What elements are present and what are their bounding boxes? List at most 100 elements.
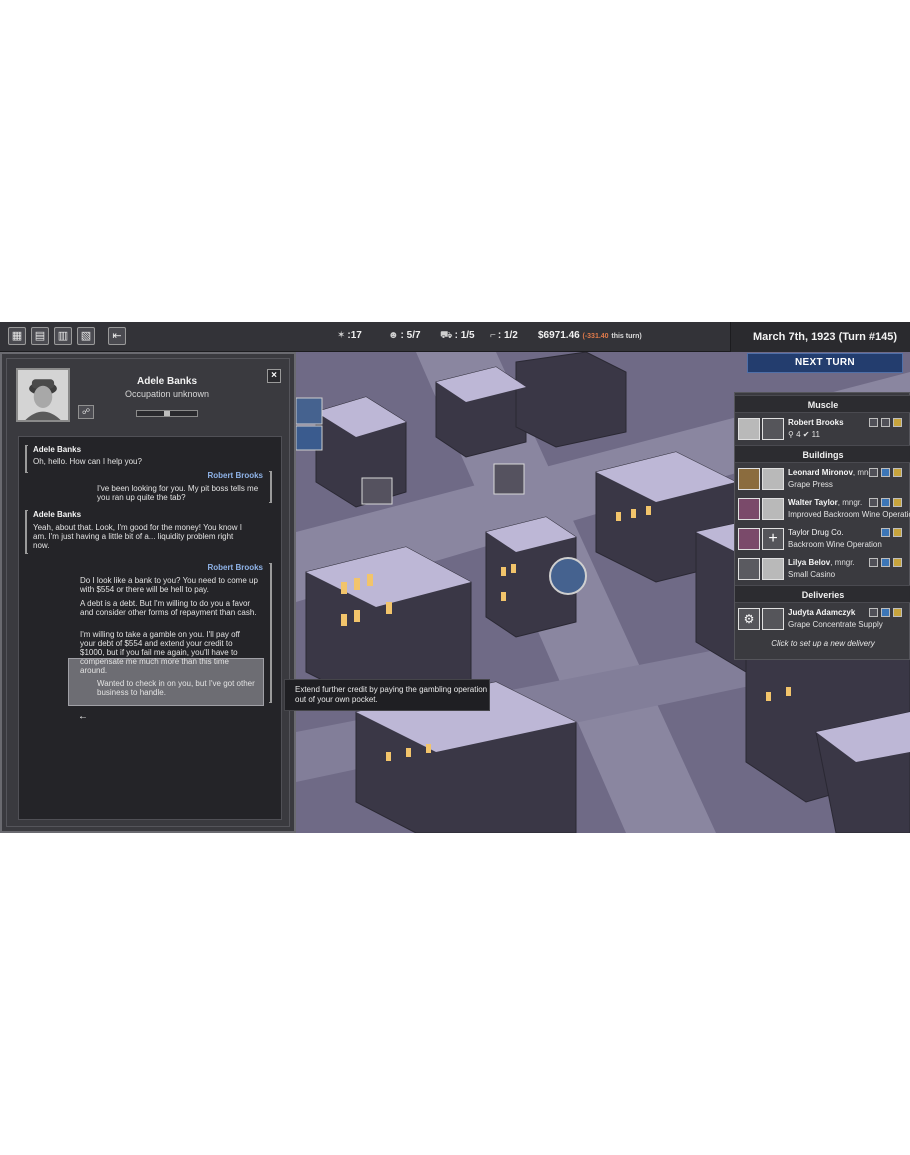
building-type: Backroom Wine Operation [788, 540, 882, 549]
section-header-deliveries: Deliveries [735, 585, 910, 603]
casino-icon [738, 558, 760, 580]
building-slot-icon[interactable] [893, 558, 902, 567]
top-bar: ▦ ▤ ▥ ▧ ⇤ ✶:17 ☻: 5/7 ⛟: 1/5 ⌐: 1/2 $697… [0, 322, 910, 352]
gear-icon: ⚙ [738, 608, 760, 630]
truck-icon: ⛟ [440, 330, 453, 341]
building-type: Small Casino [788, 570, 836, 579]
building-slot-icon[interactable] [893, 468, 902, 477]
muscle-name: Robert Brooks [788, 418, 844, 427]
map-icon: ▦ [11, 330, 23, 342]
building-slot-icon[interactable] [869, 558, 878, 567]
speech-bracket [25, 445, 28, 473]
building-type: Improved Backroom Wine Operation [788, 510, 910, 519]
building-slot-icon[interactable] [881, 468, 890, 477]
message-speaker: Adele Banks [33, 510, 82, 519]
message-text: I've been looking for you. My pit boss t… [97, 484, 259, 502]
conversation-log: Adele Banks Oh, hello. How can I help yo… [18, 436, 282, 820]
map-toggle-button[interactable]: ▦ [8, 327, 26, 345]
grape-press-icon [738, 468, 760, 490]
avatar [762, 468, 784, 490]
people-card-icon: ▤ [34, 330, 46, 342]
building-type: Grape Press [788, 480, 833, 489]
stat-muscle: ✶:17 [337, 330, 362, 341]
delivery-slot-icon[interactable] [869, 608, 878, 617]
weapon-slot-icon[interactable] [881, 418, 890, 427]
building-row[interactable]: Walter Taylor, mngr. Improved Backroom W… [735, 495, 910, 523]
relationship-marker [164, 411, 170, 416]
stat-money: $6971.46 (-331.40 this turn) [538, 330, 642, 341]
stat-trucks: ⛟: 1/5 [440, 330, 475, 341]
speech-bracket [25, 510, 28, 554]
building-slot-icon[interactable] [893, 498, 902, 507]
dialogue-option-extend-credit[interactable]: I'm willing to take a gamble on you. I'l… [80, 630, 255, 675]
back-arrow-icon[interactable]: ← [78, 711, 88, 722]
dialogue-option-favor[interactable]: A debt is a debt. But I'm willing to do … [80, 599, 260, 617]
muscle-icon: ✶ [337, 330, 346, 341]
building-row[interactable]: Leonard Mironov, mngr. Grape Press [735, 465, 910, 493]
message-text: Oh, hello. How can I help you? [33, 457, 142, 466]
exit-button[interactable]: ⇤ [108, 327, 126, 345]
section-header-buildings: Buildings [735, 445, 910, 463]
character-portrait [16, 368, 70, 422]
character-name: Adele Banks [136, 376, 198, 387]
message-text: Yeah, about that. Look, I'm good for the… [33, 523, 242, 550]
delivery-row[interactable]: ⚙ Judyta Adamczyk Grape Concentrate Supp… [735, 605, 910, 633]
people-icon: ☻ [388, 330, 399, 341]
truck-icon [762, 608, 784, 630]
delivery-type: Grape Concentrate Supply [788, 620, 883, 629]
building-row[interactable]: + Taylor Drug Co. Backroom Wine Operatio… [735, 525, 910, 553]
dialogue-panel: Adele Banks Occupation unknown ☍ × Adele… [0, 352, 296, 833]
avatar [762, 498, 784, 520]
building-slot-icon[interactable] [869, 468, 878, 477]
game-screen: ▦ ▤ ▥ ▧ ⇤ ✶:17 ☻: 5/7 ⛟: 1/5 ⌐: 1/2 $697… [0, 322, 910, 833]
wine-bottle-icon [738, 528, 760, 550]
delivery-driver: Judyta Adamczyk [788, 608, 856, 617]
message-speaker: Robert Brooks [207, 563, 263, 572]
speech-bracket [269, 563, 272, 703]
dialogue-option-leave[interactable]: Wanted to check in on you, but I've got … [97, 679, 262, 697]
building-manager: Lilya Belov, mngr. [788, 558, 855, 567]
vehicle-slot-icon[interactable] [869, 418, 878, 427]
option-tooltip: Extend further credit by paying the gamb… [284, 679, 490, 711]
stat-guns: ⌐: 1/2 [490, 330, 518, 341]
building-name: Taylor Drug Co. [788, 528, 844, 537]
character-occupation: Occupation unknown [124, 389, 210, 399]
building-manager: Walter Taylor, mngr. [788, 498, 863, 507]
close-button[interactable]: × [267, 369, 281, 383]
speech-bracket [269, 471, 272, 503]
dialogue-option-refuse[interactable]: Do I look like a bank to you? You need t… [80, 576, 260, 594]
notes-icon: ▧ [80, 330, 92, 342]
relationship-button[interactable]: ☍ [78, 405, 94, 419]
car-icon [762, 418, 784, 440]
delivery-slot-icon[interactable] [893, 608, 902, 617]
handshake-icon: ☍ [81, 407, 91, 416]
next-turn-button[interactable]: NEXT TURN [747, 353, 903, 373]
message-speaker: Adele Banks [33, 445, 82, 454]
gun-icon: ⌐ [490, 330, 496, 341]
add-manager-icon[interactable]: + [762, 528, 784, 550]
building-slot-icon[interactable] [869, 498, 878, 507]
delivery-slot-icon[interactable] [881, 608, 890, 617]
relationship-meter [136, 410, 198, 417]
building-slot-icon[interactable] [881, 558, 890, 567]
message-speaker: Robert Brooks [207, 471, 263, 480]
exit-door-icon: ⇤ [112, 330, 122, 342]
badge-slot-icon[interactable] [893, 418, 902, 427]
building-slot-icon[interactable] [893, 528, 902, 537]
building-row[interactable]: Lilya Belov, mngr. Small Casino [735, 555, 910, 583]
stat-people: ☻: 5/7 [388, 330, 421, 341]
notes-button[interactable]: ▧ [77, 327, 95, 345]
ledger-icon: ▥ [57, 330, 69, 342]
muscle-stats: ⚲ 4 ✔ 11 [788, 430, 820, 439]
building-slot-icon[interactable] [881, 528, 890, 537]
wine-bottle-icon [738, 498, 760, 520]
muscle-row[interactable]: Robert Brooks ⚲ 4 ✔ 11 [735, 415, 910, 443]
date-bar: March 7th, 1923 (Turn #145) [730, 322, 910, 352]
ledger-button[interactable]: ▥ [54, 327, 72, 345]
people-button[interactable]: ▤ [31, 327, 49, 345]
portrait-image [18, 370, 68, 420]
building-slot-icon[interactable] [881, 498, 890, 507]
avatar [738, 418, 760, 440]
new-delivery-link[interactable]: Click to set up a new delivery [735, 639, 910, 648]
section-header-muscle: Muscle [735, 395, 910, 413]
